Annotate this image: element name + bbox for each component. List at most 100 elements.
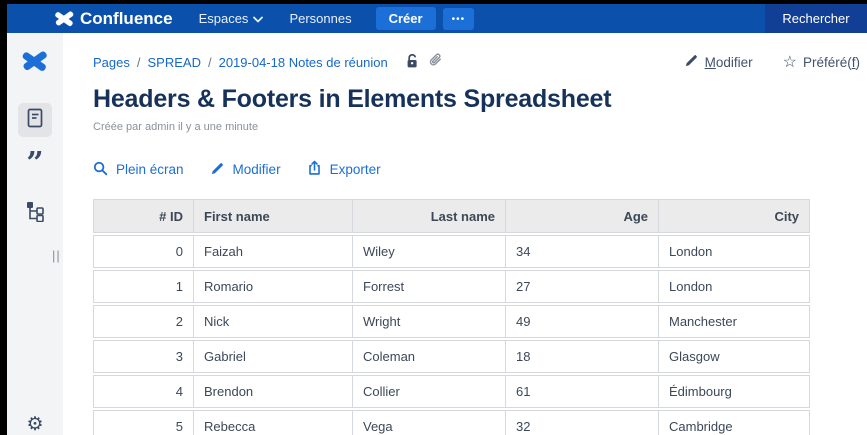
cell-last-name: Wiley (352, 236, 505, 267)
cell-city: London (658, 271, 809, 302)
unlock-icon[interactable] (405, 53, 420, 72)
tree-icon (25, 200, 46, 227)
cell-age: 27 (505, 271, 658, 302)
nav-item-personnes[interactable]: Personnes (289, 11, 351, 26)
cell-first-name: Romario (193, 271, 352, 302)
column-header-last-name[interactable]: Last name (352, 200, 505, 232)
breadcrumb-link-page[interactable]: 2019-04-18 Notes de réunion (219, 55, 388, 70)
brand-label: Confluence (80, 9, 173, 29)
cell-first-name: Faizah (193, 236, 352, 267)
breadcrumb: Pages / SPREAD / 2019-04-18 Notes de réu… (93, 53, 444, 72)
gear-icon: ⚙ (26, 413, 43, 435)
more-menu-button[interactable]: ••• (443, 8, 475, 30)
breadcrumb-link-space[interactable]: SPREAD (148, 55, 201, 70)
pencil-icon (684, 53, 699, 71)
search-input[interactable]: Rechercher (765, 4, 867, 33)
nav-personnes-label: Personnes (289, 11, 351, 26)
cell-last-name: Vega (352, 411, 505, 435)
table-row[interactable]: 5 Rebecca Vega 32 Cambridge (93, 410, 810, 435)
pencil-icon (210, 161, 225, 179)
cell-city: Manchester (658, 306, 809, 337)
breadcrumb-row: Pages / SPREAD / 2019-04-18 Notes de réu… (93, 52, 860, 72)
fullscreen-label: Plein écran (116, 162, 184, 177)
spreadsheet-table: # ID First name Last name Age City 0 Fai… (93, 199, 810, 435)
sidebar-item-pages[interactable] (18, 103, 52, 137)
document-icon (26, 108, 44, 133)
chevron-down-icon (253, 11, 263, 26)
breadcrumb-icons (405, 53, 444, 72)
cell-last-name: Forrest (352, 271, 505, 302)
cell-id: 3 (94, 341, 193, 372)
cell-first-name: Nick (193, 306, 352, 337)
sidebar-item-hierarchy[interactable] (18, 199, 52, 227)
table-row[interactable]: 2 Nick Wright 49 Manchester (93, 305, 810, 338)
cell-first-name: Rebecca (193, 411, 352, 435)
left-sidebar: ” ⚙ (7, 33, 63, 435)
table-row[interactable]: 1 Romario Forrest 27 London (93, 270, 810, 303)
cell-city: Glasgow (658, 341, 809, 372)
breadcrumb-link-pages[interactable]: Pages (93, 55, 130, 70)
column-header-first-name[interactable]: First name (193, 200, 352, 232)
top-navigation-bar: Confluence Espaces Personnes Créer ••• R… (7, 4, 867, 33)
cell-city: Cambridge (658, 411, 809, 435)
table-row[interactable]: 3 Gabriel Coleman 18 Glasgow (93, 340, 810, 373)
breadcrumb-separator: / (137, 55, 141, 70)
edit-spreadsheet-button[interactable]: Modifier (210, 161, 281, 179)
nav-espaces-label: Espaces (199, 11, 249, 26)
star-icon: ☆ (783, 52, 797, 72)
confluence-app-window: Confluence Espaces Personnes Créer ••• R… (0, 0, 867, 435)
cell-age: 32 (505, 411, 658, 435)
favorite-label: Préféré(f) (803, 55, 860, 70)
main-content: Pages / SPREAD / 2019-04-18 Notes de réu… (63, 33, 867, 435)
confluence-logo-icon (55, 11, 74, 27)
cell-age: 61 (505, 376, 658, 407)
page-byline: Créée par admin il y a une minute (93, 121, 860, 133)
cell-id: 0 (94, 236, 193, 267)
fullscreen-button[interactable]: Plein écran (93, 161, 184, 179)
window-frame-left (0, 0, 7, 435)
edit-page-label: Modifier (705, 55, 753, 70)
export-icon (307, 160, 322, 179)
create-button[interactable]: Créer (376, 7, 436, 30)
cell-first-name: Brendon (193, 376, 352, 407)
sidebar-item-home[interactable] (21, 53, 49, 75)
column-header-city[interactable]: City (658, 200, 809, 232)
quote-icon: ” (26, 142, 43, 186)
breadcrumb-separator: / (208, 55, 212, 70)
cell-city: London (658, 236, 809, 267)
sidebar-resize-handle[interactable]: || (52, 248, 61, 263)
table-row[interactable]: 0 Faizah Wiley 34 London (93, 235, 810, 268)
favorite-button[interactable]: ☆ Préféré(f) (783, 52, 860, 72)
confluence-logo-icon (22, 51, 48, 77)
confluence-brand[interactable]: Confluence (55, 9, 173, 29)
sidebar-item-blog[interactable]: ” (18, 149, 52, 179)
cell-age: 49 (505, 306, 658, 337)
cell-last-name: Coleman (352, 341, 505, 372)
cell-last-name: Collier (352, 376, 505, 407)
search-icon (93, 161, 108, 179)
table-row[interactable]: 4 Brendon Collier 61 Édimbourg (93, 375, 810, 408)
cell-age: 18 (505, 341, 658, 372)
cell-age: 34 (505, 236, 658, 267)
cell-id: 5 (94, 411, 193, 435)
edit-spreadsheet-label: Modifier (233, 162, 281, 177)
column-header-id[interactable]: # ID (94, 200, 193, 232)
spreadsheet-toolbar: Plein écran Modifier Exp (93, 160, 860, 179)
table-header-row: # ID First name Last name Age City (93, 199, 810, 233)
cell-city: Édimbourg (658, 376, 809, 407)
cell-last-name: Wright (352, 306, 505, 337)
export-button[interactable]: Exporter (307, 160, 381, 179)
window-frame-top (0, 0, 867, 4)
cell-id: 2 (94, 306, 193, 337)
page-actions: Modifier ☆ Préféré(f) (684, 52, 860, 72)
export-label: Exporter (330, 162, 381, 177)
nav-item-espaces[interactable]: Espaces (199, 11, 264, 26)
page-title: Headers & Footers in Elements Spreadshee… (93, 85, 860, 114)
cell-first-name: Gabriel (193, 341, 352, 372)
edit-page-button[interactable]: Modifier (684, 53, 753, 71)
cell-id: 4 (94, 376, 193, 407)
paperclip-icon[interactable] (428, 53, 444, 72)
settings-button[interactable]: ⚙ (18, 411, 52, 435)
column-header-age[interactable]: Age (505, 200, 658, 232)
cell-id: 1 (94, 271, 193, 302)
